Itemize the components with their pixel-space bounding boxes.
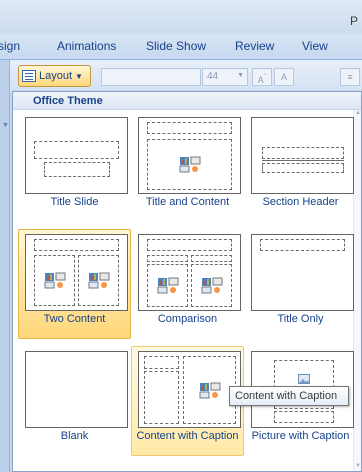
tab-view[interactable]: View (302, 39, 328, 53)
slides-pane-edge: ▼ (0, 60, 10, 472)
layout-item-comparison[interactable]: Comparison (131, 229, 244, 339)
layout-icon (22, 70, 36, 82)
layout-button-label: Layout (39, 70, 73, 82)
layout-item-two-content[interactable]: Two Content (18, 229, 131, 339)
window-title-fragment: P (349, 14, 358, 28)
font-size-value: 44 (207, 71, 219, 82)
chevron-down-icon: ▼ (237, 72, 244, 79)
layout-thumbnail (251, 117, 354, 194)
font-name-combo[interactable] (101, 68, 201, 86)
grow-font-button[interactable]: Aˆ (252, 68, 272, 86)
tab-design[interactable]: sign (0, 39, 20, 53)
layout-button[interactable]: Layout ▼ (18, 65, 91, 87)
layout-thumbnail (25, 234, 128, 311)
picture-placeholder-icon (298, 374, 310, 384)
layout-gallery: Office Theme ▲ ▼ Title Slide Title and C… (12, 91, 362, 472)
tab-slide-show[interactable]: Slide Show (146, 39, 206, 53)
layout-item-content-with-caption[interactable]: Content with Caption (131, 346, 244, 456)
ribbon-body: Layout ▼ 44 ▼ Aˆ A ≡ (0, 60, 362, 94)
layout-item-blank[interactable]: Blank (18, 346, 131, 456)
tab-review[interactable]: Review (235, 39, 274, 53)
content-placeholder-icon (88, 272, 110, 289)
content-placeholder-icon (201, 277, 223, 294)
layout-item-section-header[interactable]: Section Header (244, 112, 357, 222)
layout-item-title-slide[interactable]: Title Slide (18, 112, 131, 222)
content-placeholder-icon (199, 382, 221, 399)
font-size-combo[interactable]: 44 ▼ (202, 68, 248, 86)
layout-thumbnail (138, 117, 241, 194)
clear-formatting-button[interactable]: A (274, 68, 294, 86)
layout-label: Comparison (157, 313, 218, 325)
ribbon-tab-bar: sign Animations Slide Show Review View (0, 34, 362, 60)
layout-label: Title and Content (145, 196, 230, 208)
layout-thumbnail (138, 351, 241, 428)
layout-thumbnail (25, 117, 128, 194)
tab-animations[interactable]: Animations (57, 39, 116, 53)
layout-item-title-and-content[interactable]: Title and Content (131, 112, 244, 222)
gallery-header: Office Theme (13, 92, 361, 110)
layout-label: Picture with Caption (251, 430, 350, 442)
content-placeholder-icon (179, 156, 201, 173)
bullets-button[interactable]: ≡ (340, 68, 360, 86)
layout-label: Title Only (277, 313, 324, 325)
content-placeholder-icon (157, 277, 179, 294)
layout-label: Two Content (43, 313, 106, 325)
layout-label: Section Header (262, 196, 339, 208)
title-bar: P (0, 0, 362, 34)
chevron-down-icon: ▼ (75, 71, 83, 81)
layout-thumbnail (251, 234, 354, 311)
chevron-down-icon: ▼ (2, 122, 9, 129)
layout-item-title-only[interactable]: Title Only (244, 229, 357, 339)
layout-thumbnail (138, 234, 241, 311)
content-placeholder-icon (44, 272, 66, 289)
layout-tooltip: Content with Caption (229, 386, 349, 406)
layout-label: Blank (60, 430, 89, 442)
layout-label: Title Slide (50, 196, 99, 208)
scroll-down-icon[interactable]: ▼ (355, 463, 361, 469)
layout-label: Content with Caption (136, 430, 239, 442)
layout-thumbnail (25, 351, 128, 428)
